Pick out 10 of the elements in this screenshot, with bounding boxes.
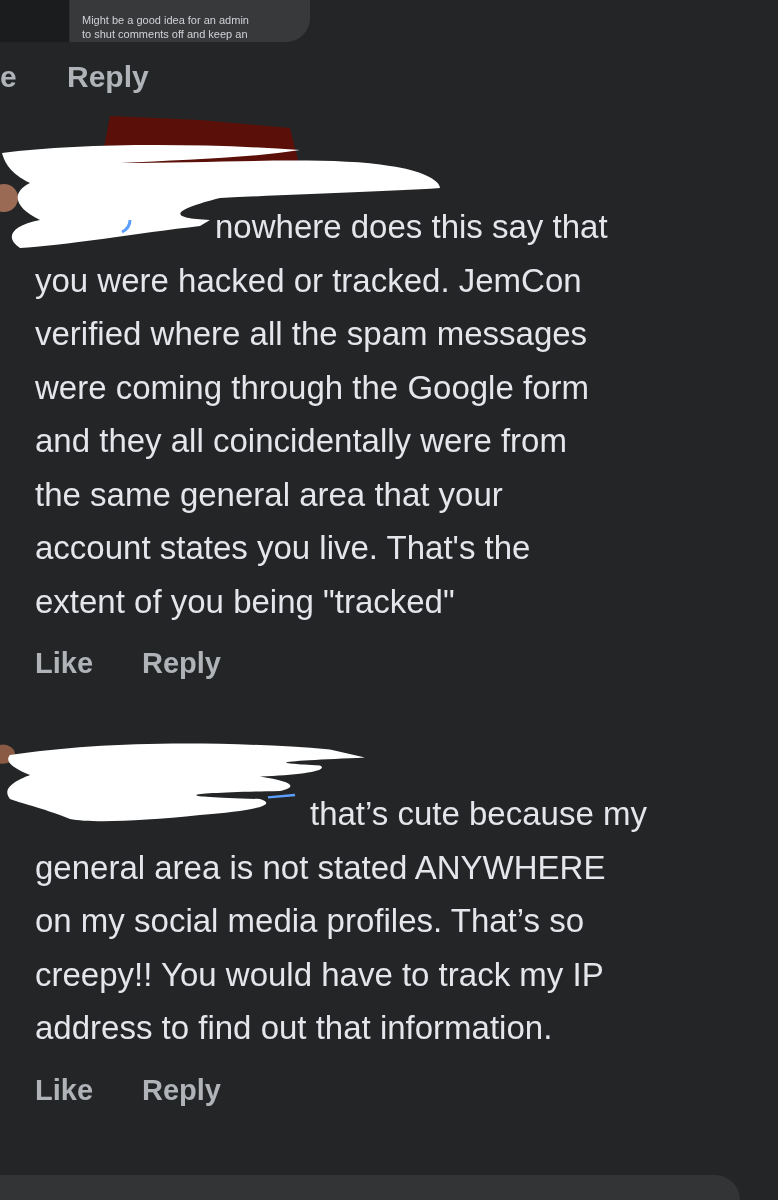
reply-link[interactable]: Reply xyxy=(67,53,149,99)
like-link[interactable]: e xyxy=(0,53,67,99)
comment-text: that’s cute because my general area is not stated ANYWHERE on my social media profiles. That’s so creepy!! You would have to track my IP address to find out that information. xyxy=(34,794,648,1048)
reply-link[interactable]: Reply xyxy=(142,642,221,686)
quoted-comment-text: Might be a good idea for an admin xyxy=(82,13,250,27)
quoted-comment-text: to shut comments off and keep an xyxy=(82,27,249,41)
like-link[interactable]: Like xyxy=(35,1068,142,1113)
comment-text: nowhere does this say that you were hacked or tracked. JemCon verified where all the spam messages were coming through the Google form and they all coincidentally were from the same general area that your account states you live. That's the extent of you being "tracked" xyxy=(34,207,609,622)
reply-link[interactable]: Reply xyxy=(142,1068,221,1113)
like-link[interactable]: Like xyxy=(35,642,142,686)
